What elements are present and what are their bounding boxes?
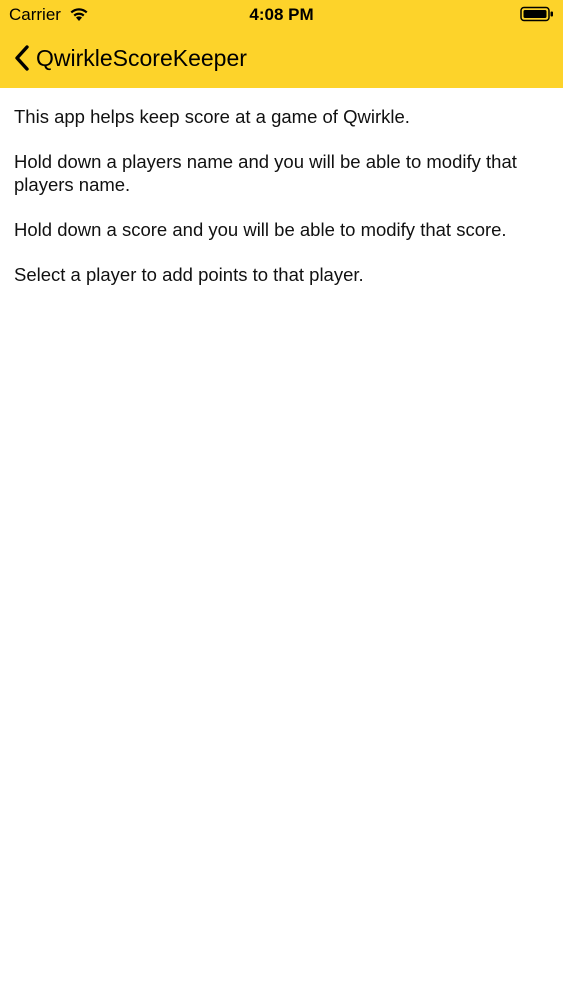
back-button[interactable]: QwirkleScoreKeeper (14, 40, 247, 76)
battery-icon (520, 6, 553, 22)
chevron-left-icon (15, 45, 29, 71)
top-bar: Carrier 4:08 PM QwirkleScoreKeeper (0, 0, 563, 88)
help-text: This app helps keep score at a game of Q… (14, 105, 549, 308)
help-paragraph: Select a player to add points to that pl… (14, 264, 364, 285)
help-paragraph: Hold down a score and you will be able t… (14, 219, 507, 240)
navigation-bar: QwirkleScoreKeeper (0, 30, 563, 88)
help-paragraph: This app helps keep score at a game of Q… (14, 106, 410, 127)
status-bar: Carrier 4:08 PM (0, 0, 563, 30)
back-button-label: QwirkleScoreKeeper (36, 45, 247, 71)
help-screen: Carrier 4:08 PM QwirkleScoreKeeper This … (0, 0, 563, 1000)
help-paragraph: Hold down a players name and you will be… (14, 151, 517, 195)
clock-time: 4:08 PM (249, 5, 314, 24)
